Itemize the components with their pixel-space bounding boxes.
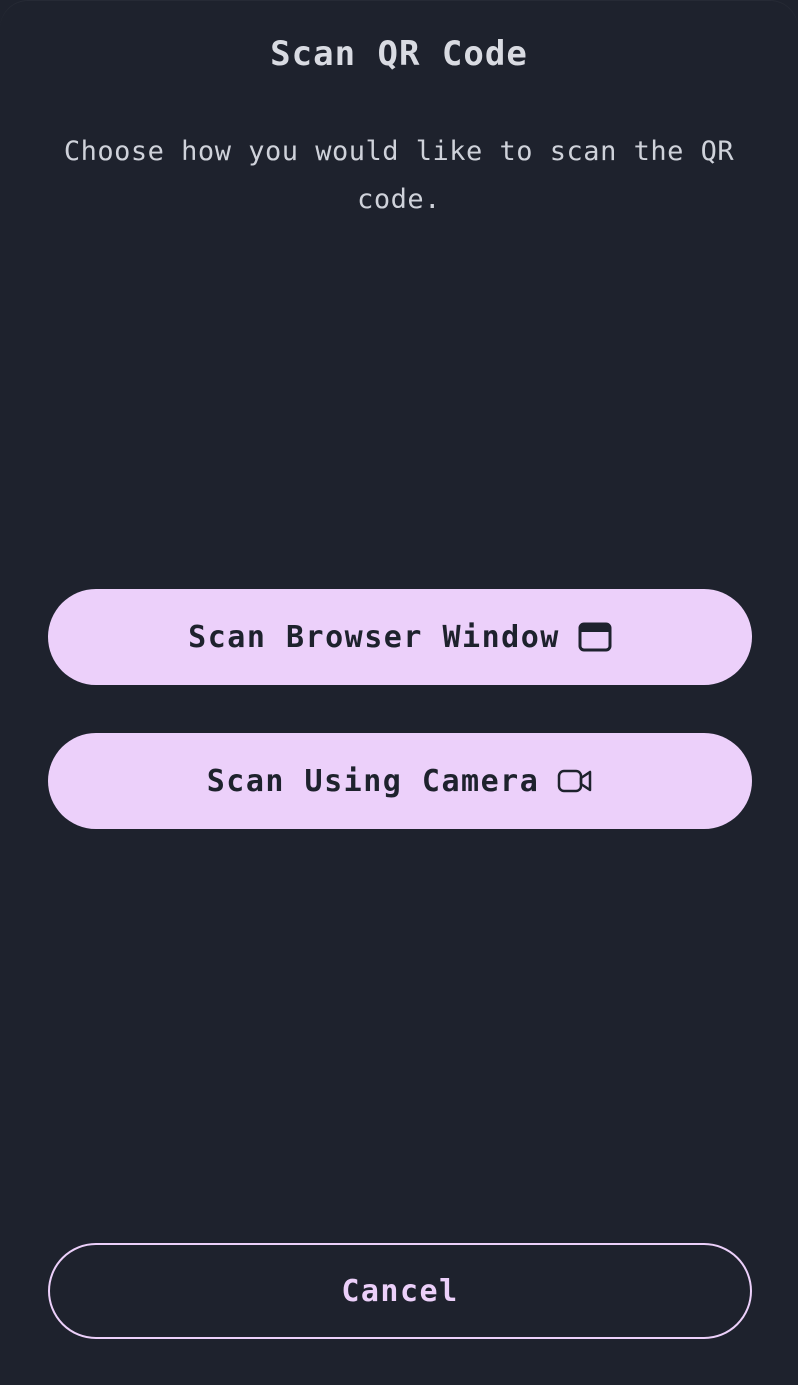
scan-qr-dialog: Scan QR Code Choose how you would like t… — [0, 0, 798, 1385]
scan-browser-window-label: Scan Browser Window — [188, 619, 560, 655]
scan-browser-window-button[interactable]: Scan Browser Window — [48, 589, 752, 685]
dialog-description: Choose how you would like to scan the QR… — [63, 136, 735, 215]
cancel-label: Cancel — [341, 1273, 459, 1309]
cancel-button[interactable]: Cancel — [48, 1243, 752, 1339]
scan-using-camera-button[interactable]: Scan Using Camera — [48, 733, 752, 829]
video-camera-icon — [557, 768, 593, 794]
scan-using-camera-label: Scan Using Camera — [206, 763, 540, 799]
dialog-title: Scan QR Code — [270, 34, 528, 74]
browser-window-icon — [578, 622, 612, 652]
